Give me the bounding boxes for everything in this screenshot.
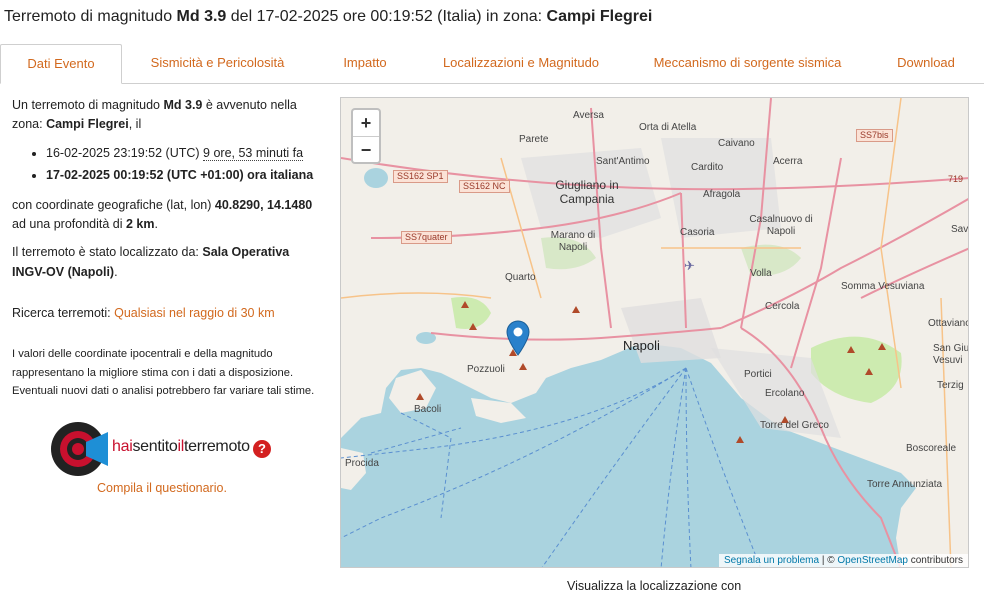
title-prefix: Terremoto di magnitudo — [4, 8, 177, 25]
place-label: Volla — [750, 268, 772, 279]
depth-value: 2 km — [125, 216, 155, 231]
place-label: Bacoli — [414, 404, 442, 415]
search-radius-link[interactable]: Qualsiasi nel raggio di 30 km — [114, 306, 275, 320]
event-coordinates: con coordinate geografiche (lat, lon) 40… — [12, 196, 322, 235]
road-shield: SS7bis — [856, 129, 893, 142]
place-label: Portici — [744, 369, 772, 380]
local-time: 17-02-2025 00:19:52 (UTC +01:00) ora ita… — [46, 168, 314, 183]
located-post: . — [114, 264, 118, 279]
place-label: Caivano — [718, 138, 755, 149]
place-label: Somma Vesuviana — [841, 281, 925, 292]
hst-word-2: sentito — [132, 438, 178, 455]
tab-meccanismo[interactable]: Meccanismo di sorgente sismica — [645, 44, 850, 84]
place-label-city: Giugliano in Campania — [555, 178, 619, 206]
attribution-post: contributors — [907, 555, 963, 566]
place-label: Cardito — [691, 162, 724, 173]
map-attribution: Segnala un problema | © OpenStreetMap co… — [718, 554, 968, 567]
disclaimer-text: I valori delle coordinate ipocentrali e … — [12, 348, 315, 398]
questionnaire-link[interactable]: Compila il questionario. — [97, 481, 227, 495]
place-label: Torre del Greco — [760, 420, 829, 431]
procida-island — [341, 448, 366, 490]
hst-word-1: hai — [112, 438, 133, 455]
place-label: Cercola — [765, 301, 800, 312]
place-label: Quarto — [505, 272, 536, 283]
tab-download[interactable]: Download — [885, 44, 967, 84]
place-label: Afragola — [703, 189, 741, 200]
visualize-label: Visualizza la localizzazione con — [567, 579, 742, 593]
place-label: Boscoreale — [906, 443, 957, 454]
place-label: Ottaviano — [928, 318, 969, 329]
event-map[interactable]: ✈ SS162 SP1 SS162 NC SS7quater SS7bis 71… — [340, 97, 969, 568]
zoom-in-button[interactable]: + — [353, 110, 379, 136]
tab-sismicita[interactable]: Sismicità e Pericolosità — [140, 44, 295, 84]
attribution-sep: | © — [819, 555, 838, 566]
hst-wordmark: haisentitoilterremoto — [112, 438, 250, 456]
hai-sentito-logo[interactable]: haisentitoilterremoto ? — [50, 420, 290, 478]
road-label: SS162 SP1 — [397, 171, 444, 181]
tab-bar: Dati Evento Sismicità e Pericolosità Imp… — [0, 44, 984, 84]
osm-link[interactable]: OpenStreetMap — [837, 555, 908, 566]
utc-time-item: 16-02-2025 23:19:52 (UTC) 9 ore, 53 minu… — [46, 144, 322, 163]
map-tiles: ✈ — [341, 98, 968, 567]
tab-impatto[interactable]: Impatto — [330, 44, 400, 84]
search-label: Ricerca terremoti: — [12, 306, 115, 320]
place-label: Aversa — [573, 110, 604, 121]
hst-word-4: terremoto — [184, 438, 250, 455]
place-label: San Giu Vesuvi — [933, 343, 969, 366]
title-zone: Campi Flegrei — [546, 8, 653, 25]
place-label: Pozzuoli — [467, 364, 505, 375]
road-shield: SS7quater — [401, 231, 452, 244]
event-magnitude: Md 3.9 — [163, 98, 203, 112]
event-info-panel: Un terremoto di magnitudo Md 3.9 è avven… — [12, 96, 322, 410]
place-label: Orta di Atella — [639, 122, 697, 133]
posillipo-tip — [471, 398, 526, 423]
report-problem-link[interactable]: Segnala un problema — [724, 555, 819, 566]
road-shield: SS162 NC — [459, 180, 510, 193]
place-label: Parete — [519, 134, 549, 145]
place-label: Torre Annunziata — [867, 479, 943, 490]
place-label: Acerra — [773, 156, 803, 167]
place-label: Savi — [951, 224, 969, 235]
place-label: Ercolano — [765, 388, 805, 399]
place-label-napoli: Napoli — [623, 338, 660, 353]
utc-time: 16-02-2025 23:19:52 (UTC) — [46, 145, 200, 160]
road-shield: SS162 SP1 — [393, 170, 448, 183]
located-label: Il terremoto è stato localizzato da: — [12, 245, 203, 260]
local-time-item: 17-02-2025 00:19:52 (UTC +01:00) ora ita… — [46, 166, 322, 185]
coords-value: 40.8290, 14.1480 — [214, 197, 313, 212]
zoom-out-button[interactable]: − — [353, 136, 379, 162]
road-shield: 719 — [948, 174, 964, 184]
zoom-control: + − — [351, 108, 381, 164]
place-label: Terzig — [937, 380, 964, 391]
question-icon[interactable]: ? — [253, 440, 271, 458]
epicenter-marker-icon[interactable] — [505, 320, 531, 356]
event-located-by: Il terremoto è stato localizzato da: Sal… — [12, 243, 322, 282]
event-zone: Campi Flegrei — [46, 117, 129, 132]
intro-text-post: , il — [128, 117, 142, 132]
event-times: 16-02-2025 23:19:52 (UTC) 9 ore, 53 minu… — [46, 144, 322, 186]
tab-dati-evento[interactable]: Dati Evento — [0, 44, 122, 84]
page-title: Terremoto di magnitudo Md 3.9 del 17-02-… — [4, 8, 652, 26]
place-label: Sant'Antimo — [596, 156, 650, 167]
lake — [364, 168, 388, 188]
place-label: Procida — [345, 458, 379, 469]
depth-post: . — [154, 216, 158, 231]
search-earthquakes: Ricerca terremoti: Qualsiasi nel raggio … — [12, 304, 322, 323]
place-label: Casoria — [680, 227, 715, 238]
event-intro: Un terremoto di magnitudo Md 3.9 è avven… — [12, 96, 322, 135]
intro-text: Un terremoto di magnitudo — [12, 98, 164, 112]
title-middle: del 17-02-2025 ore 00:19:52 (Italia) in … — [226, 8, 547, 25]
depth-label: ad una profondità di — [12, 216, 126, 231]
place-label: Marano di Napoli — [550, 230, 596, 253]
time-ago: 9 ore, 53 minuti fa — [203, 145, 304, 161]
tab-localizzazioni[interactable]: Localizzazioni e Magnitudo — [435, 44, 607, 84]
airport-icon: ✈ — [684, 259, 695, 274]
place-label: Casalnuovo di Napoli — [749, 214, 813, 237]
coords-label: con coordinate geografiche (lat, lon) — [12, 197, 215, 212]
hst-target-icon — [51, 422, 108, 476]
title-magnitude: Md 3.9 — [176, 8, 227, 25]
